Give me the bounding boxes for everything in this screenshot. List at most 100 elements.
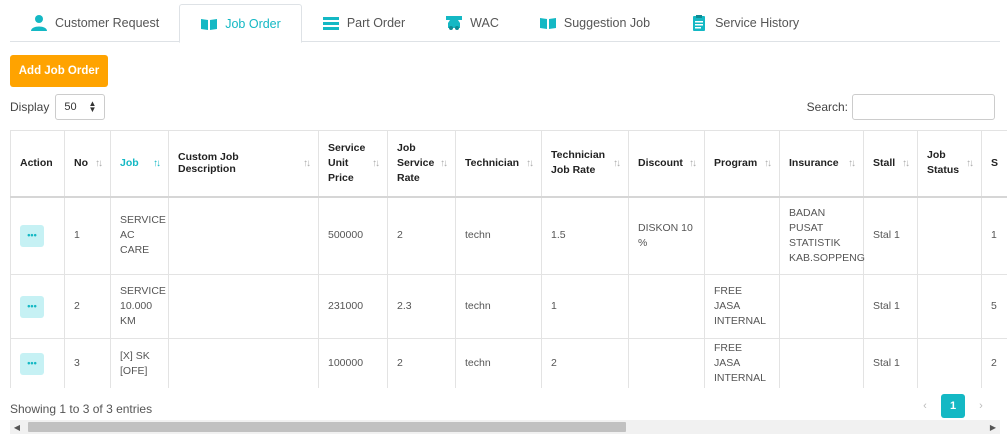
cell-program	[704, 196, 780, 275]
cell-insurance	[779, 274, 864, 339]
prev-page-button[interactable]: ‹	[913, 394, 937, 418]
tab-service-history[interactable]: Service History	[670, 4, 819, 42]
table-row: ••• 3 [X] SK [OFE] 100000 2 techn 2 FREE…	[10, 338, 1007, 388]
cell-program: FREE JASA INTERNAL	[704, 274, 780, 339]
table-header-row: Action No ↑↓ Job ↑↓ Custom Job Description…	[10, 130, 1007, 198]
tab-label: Customer Request	[55, 16, 160, 30]
tab-bar: Customer Request Job Order Part Order WA…	[10, 4, 1000, 43]
cell-technician: techn	[455, 196, 542, 275]
sort-icon: ↑↓	[764, 157, 772, 169]
horizontal-scrollbar[interactable]: ◀ ▶	[10, 420, 1000, 434]
sort-icon: ↑↓	[153, 157, 161, 169]
col-header-job-status[interactable]: Job Status ↑↓	[917, 130, 982, 198]
tab-label: Part Order	[346, 16, 406, 30]
cell-technician: techn	[455, 274, 542, 339]
sort-icon: ↑↓	[902, 157, 910, 169]
cell-s: 2	[981, 338, 1007, 388]
cell-s: 1	[981, 196, 1007, 275]
cell-job: [X] SK [OFE]	[110, 338, 169, 388]
tab-customer-request[interactable]: Customer Request	[10, 4, 179, 42]
tab-part-order[interactable]: Part Order	[302, 4, 425, 42]
cell-tech-rate: 1.5	[541, 196, 629, 275]
cell-insurance	[779, 338, 864, 388]
tab-wac[interactable]: WAC	[425, 4, 519, 42]
tab-label: WAC	[470, 16, 499, 30]
cell-s: 5	[981, 274, 1007, 339]
clipboard-icon	[690, 14, 708, 32]
sort-icon: ↑↓	[303, 157, 311, 169]
chevron-right-icon: ›	[979, 400, 983, 412]
row-action-button[interactable]: •••	[20, 352, 44, 375]
page-button-1[interactable]: 1	[941, 394, 965, 418]
search-label: Search:	[806, 100, 848, 114]
book-icon	[200, 15, 218, 33]
search-input[interactable]	[852, 94, 995, 120]
book-icon	[539, 14, 557, 32]
col-header-service-unit-price[interactable]: Service Unit Price ↑↓	[318, 130, 388, 198]
cell-price: 100000	[318, 338, 388, 388]
scrollbar-thumb[interactable]	[28, 422, 626, 432]
cell-job-status	[917, 274, 982, 339]
display-length-control: Display 50 ▲ ▼	[10, 94, 106, 120]
display-label: Display	[10, 100, 50, 114]
tab-suggestion-job[interactable]: Suggestion Job	[519, 4, 670, 42]
car-wash-icon	[445, 14, 463, 32]
sort-icon: ↑↓	[526, 157, 534, 169]
tab-job-order[interactable]: Job Order	[179, 4, 302, 43]
sort-icon: ↑↓	[848, 157, 856, 169]
col-header-technician[interactable]: Technician ↑↓	[455, 130, 542, 198]
cell-price: 231000	[318, 274, 388, 339]
cell-no: 3	[64, 338, 111, 388]
more-dots-icon: •••	[27, 358, 37, 368]
display-length-select[interactable]: 50 ▲ ▼	[55, 94, 106, 120]
tab-label: Suggestion Job	[563, 16, 651, 30]
sort-icon: ↑↓	[372, 157, 380, 169]
cell-custom	[168, 196, 319, 275]
row-action-button[interactable]: •••	[20, 224, 44, 247]
cell-job: SERVICE AC CARE	[110, 196, 169, 275]
scroll-right-icon[interactable]: ▶	[986, 420, 1000, 434]
cell-no: 2	[64, 274, 111, 339]
add-job-order-button[interactable]: Add Job Order	[10, 55, 108, 87]
col-header-job[interactable]: Job ↑↓	[110, 130, 169, 198]
cell-tech-rate: 2	[541, 338, 629, 388]
table-row: ••• 1 SERVICE AC CARE 500000 2 techn 1.5…	[10, 196, 1007, 275]
col-header-technician-job-rate[interactable]: Technician Job Rate ↑↓	[541, 130, 629, 198]
job-order-table: Action No ↑↓ Job ↑↓ Custom Job Description…	[10, 130, 1007, 388]
col-header-custom-job-description[interactable]: Custom Job Description ↑↓	[168, 130, 319, 198]
entries-info: Showing 1 to 3 of 3 entries	[10, 402, 153, 416]
cell-custom	[168, 274, 319, 339]
tab-label: Service History	[715, 16, 800, 30]
cell-job: SERVICE 10.000 KM	[110, 274, 169, 339]
col-header-discount[interactable]: Discount ↑↓	[628, 130, 705, 198]
sort-updown-icon: ▲ ▼	[88, 99, 97, 114]
cell-technician: techn	[455, 338, 542, 388]
display-length-value: 50	[64, 101, 77, 113]
table-row: ••• 2 SERVICE 10.000 KM 231000 2.3 techn…	[10, 274, 1007, 339]
col-header-stall[interactable]: Stall ↑↓	[863, 130, 918, 198]
cell-job-status	[917, 196, 982, 275]
cell-rate: 2	[387, 196, 456, 275]
next-page-button[interactable]: ›	[969, 394, 993, 418]
col-header-insurance[interactable]: Insurance ↑↓	[779, 130, 864, 198]
cell-discount: DISKON 10 %	[628, 196, 705, 275]
sort-icon: ↑↓	[966, 157, 974, 169]
cell-tech-rate: 1	[541, 274, 629, 339]
cell-no: 1	[64, 196, 111, 275]
row-action-button[interactable]: •••	[20, 295, 44, 318]
cell-stall: Stal 1	[863, 196, 918, 275]
scroll-left-icon[interactable]: ◀	[10, 420, 24, 434]
cell-discount	[628, 274, 705, 339]
col-header-job-service-rate[interactable]: Job Service Rate ↑↓	[387, 130, 456, 198]
cell-rate: 2.3	[387, 274, 456, 339]
col-header-s[interactable]: S	[981, 130, 1007, 198]
list-icon	[322, 14, 340, 32]
col-header-no[interactable]: No ↑↓	[64, 130, 111, 198]
cell-custom	[168, 338, 319, 388]
cell-price: 500000	[318, 196, 388, 275]
pagination: ‹ 1 ›	[913, 394, 993, 418]
col-header-program[interactable]: Program ↑↓	[704, 130, 780, 198]
cell-stall: Stal 1	[863, 274, 918, 339]
cell-rate: 2	[387, 338, 456, 388]
cell-insurance: BADAN PUSAT STATISTIK KAB.SOPPENG	[779, 196, 865, 275]
